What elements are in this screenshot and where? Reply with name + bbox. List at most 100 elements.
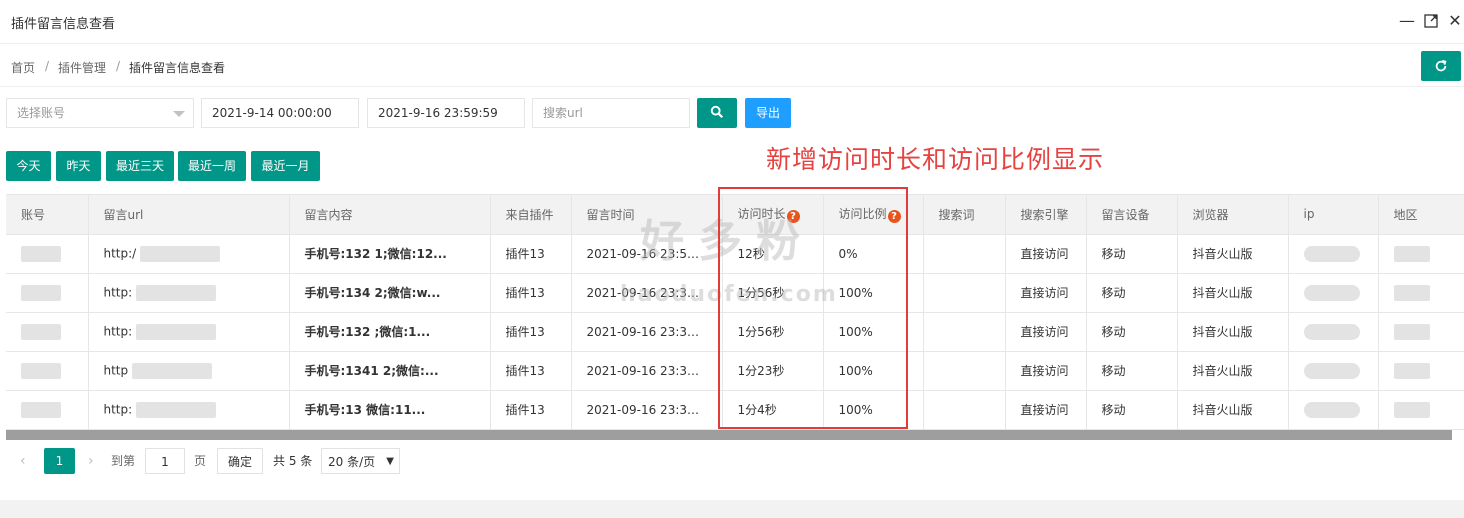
col-header-duration[interactable]: 访问时长?	[722, 195, 824, 235]
col-header-engine[interactable]: 搜索引擎	[1005, 195, 1087, 235]
col-header-ip[interactable]: ip	[1288, 195, 1379, 235]
page-1-button[interactable]: 1	[44, 448, 75, 474]
cell-account	[6, 390, 89, 430]
cell-time-text: 2021-09-16 23:35:26	[586, 324, 714, 339]
cell-engine-text: 直接访问	[1020, 286, 1069, 300]
cell-duration: 1分56秒	[722, 312, 824, 352]
cell-plugin: 插件13	[490, 273, 572, 313]
col-header-plugin[interactable]: 来自插件	[490, 195, 572, 235]
cell-url: http:	[88, 312, 290, 352]
cell-content: 手机号:134 2;微信:w...	[289, 273, 491, 313]
cell-plugin-text: 插件13	[505, 403, 545, 417]
col-header-url[interactable]: 留言url	[88, 195, 290, 235]
cell-duration-text: 1分56秒	[737, 325, 785, 339]
cell-engine-text: 直接访问	[1020, 325, 1069, 339]
cell-region	[1378, 312, 1464, 352]
table-row[interactable]: http 手机号:1341 2;微信:... 插件13 2021-09-16 23:3…	[6, 351, 1464, 391]
cell-duration: 12秒	[722, 234, 824, 274]
cell-url: http:	[88, 273, 290, 313]
cell-plugin: 插件13	[490, 351, 572, 391]
cell-browser-text: 抖音火山版	[1192, 286, 1253, 300]
minimize-icon[interactable]: —	[1398, 11, 1416, 31]
cell-engine: 直接访问	[1005, 273, 1087, 313]
cell-account	[6, 312, 89, 352]
col-header-time[interactable]: 留言时间	[571, 195, 723, 235]
maximize-icon[interactable]	[1422, 11, 1440, 31]
horizontal-scrollbar[interactable]	[6, 430, 1452, 440]
start-time-input[interactable]: 2021-9-14 00:00:00	[201, 98, 359, 128]
cell-region	[1378, 390, 1464, 430]
col-header-keyword[interactable]: 搜索词	[923, 195, 1006, 235]
breadcrumb-home[interactable]: 首页	[11, 59, 35, 76]
cell-time: 2021-09-16 23:34:32	[571, 390, 723, 430]
cell-content-text: 手机号:134 2;微信:w...	[304, 286, 441, 300]
cell-duration: 1分23秒	[722, 351, 824, 391]
range-3days-button[interactable]: 最近三天	[106, 151, 174, 181]
cell-engine-text: 直接访问	[1020, 247, 1069, 261]
question-icon[interactable]: ?	[887, 210, 901, 224]
chevron-down-icon	[173, 111, 185, 117]
url-search-input[interactable]: 搜索url	[532, 98, 690, 128]
col-header-browser[interactable]: 浏览器	[1177, 195, 1289, 235]
cell-content: 手机号:1341 2;微信:...	[289, 351, 491, 391]
cell-keyword	[923, 351, 1006, 391]
table-row[interactable]: http: 手机号:132 ;微信:1... 插件13 2021-09-16 23:3…	[6, 312, 1464, 352]
cell-plugin: 插件13	[490, 390, 572, 430]
cell-plugin-text: 插件13	[505, 286, 545, 300]
cell-duration-text: 12秒	[737, 247, 765, 261]
table-row[interactable]: http: 手机号:134 2;微信:w... 插件13 2021-09-16 23:…	[6, 273, 1464, 313]
page-size-select[interactable]: 20 条/页 ▼	[321, 448, 400, 474]
cell-browser-text: 抖音火山版	[1192, 325, 1253, 339]
cell-content-text: 手机号:1341 2;微信:...	[304, 364, 439, 378]
cell-account	[6, 234, 89, 274]
goto-confirm-button[interactable]: 确定	[217, 448, 263, 474]
export-button[interactable]: 导出	[745, 98, 791, 128]
cell-region	[1378, 351, 1464, 391]
refresh-button[interactable]	[1421, 51, 1461, 81]
end-time-input[interactable]: 2021-9-16 23:59:59	[367, 98, 525, 128]
range-month-button[interactable]: 最近一月	[251, 151, 320, 181]
cell-region	[1378, 234, 1464, 274]
col-header-account[interactable]: 账号	[6, 195, 89, 235]
cell-device: 移动	[1086, 390, 1178, 430]
question-icon[interactable]: ?	[786, 210, 800, 224]
cell-url: http:	[88, 390, 290, 430]
cell-keyword	[923, 312, 1006, 352]
cell-engine-text: 直接访问	[1020, 403, 1069, 417]
cell-device: 移动	[1086, 273, 1178, 313]
cell-ratio: 100%	[823, 273, 924, 313]
range-week-button[interactable]: 最近一周	[178, 151, 246, 181]
cell-plugin: 插件13	[490, 312, 572, 352]
range-yesterday-button[interactable]: 昨天	[56, 151, 101, 181]
breadcrumb-current: 插件留言信息查看	[129, 61, 226, 75]
prev-page-icon[interactable]: ‹	[20, 448, 26, 474]
account-select-placeholder: 选择账号	[17, 106, 66, 120]
close-icon[interactable]: ✕	[1446, 11, 1464, 31]
next-page-icon[interactable]: ›	[88, 448, 94, 474]
range-today-button[interactable]: 今天	[6, 151, 51, 181]
search-button[interactable]	[697, 98, 737, 128]
col-header-device[interactable]: 留言设备	[1086, 195, 1178, 235]
goto-page-input[interactable]: 1	[145, 448, 185, 474]
cell-plugin-text: 插件13	[505, 247, 545, 261]
cell-duration-text: 1分4秒	[737, 403, 777, 417]
cell-keyword	[923, 273, 1006, 313]
cell-browser: 抖音火山版	[1177, 312, 1289, 352]
cell-engine: 直接访问	[1005, 312, 1087, 352]
footer-bar	[0, 500, 1464, 518]
cell-ratio-text: 100%	[838, 363, 873, 378]
cell-engine: 直接访问	[1005, 351, 1087, 391]
cell-content: 手机号:132 ;微信:1...	[289, 312, 491, 352]
cell-browser: 抖音火山版	[1177, 234, 1289, 274]
col-header-ratio[interactable]: 访问比例?	[823, 195, 924, 235]
cell-ratio: 100%	[823, 390, 924, 430]
col-header-content[interactable]: 留言内容	[289, 195, 491, 235]
cell-engine: 直接访问	[1005, 390, 1087, 430]
account-select[interactable]: 选择账号	[6, 98, 194, 128]
table-row[interactable]: http: 手机号:13 微信:11... 插件13 2021-09-16 23:34…	[6, 390, 1464, 430]
breadcrumb-plugin-manage[interactable]: 插件管理	[58, 59, 106, 76]
col-header-region[interactable]: 地区	[1378, 195, 1464, 235]
cell-time-text: 2021-09-16 23:36:49	[586, 285, 714, 300]
table-header-row: 账号 留言url 留言内容 来自插件 留言时间 访问时长? 访问比例? 搜索词 …	[6, 195, 1464, 235]
table-row[interactable]: http:/ 手机号:132 1;微信:12... 插件13 2021-09-16 2…	[6, 234, 1464, 274]
